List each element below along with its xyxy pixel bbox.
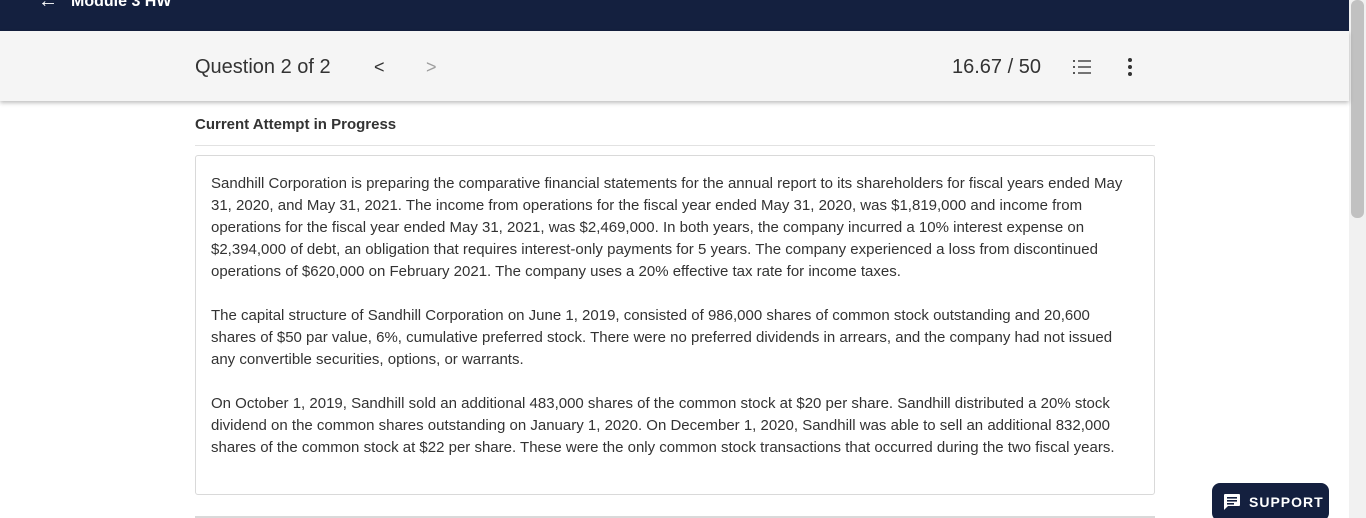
support-label: SUPPORT <box>1249 494 1324 510</box>
previous-question-button[interactable]: < <box>374 57 385 78</box>
back-arrow-icon[interactable]: ← <box>38 0 58 11</box>
question-header: Question 2 of 2 < > 16.67 / 50 <box>0 31 1349 101</box>
question-paragraph: Sandhill Corporation is preparing the co… <box>211 175 1123 280</box>
question-paragraph: The capital structure of Sandhill Corpor… <box>211 307 1113 368</box>
score-display: 16.67 / 50 <box>952 56 1041 78</box>
question-counter: Question 2 of 2 <box>195 56 331 78</box>
page-scrollbar[interactable] <box>1349 0 1366 518</box>
question-paragraph: On October 1, 2019, Sandhill sold an add… <box>211 395 1115 456</box>
support-button[interactable]: SUPPORT <box>1212 483 1329 518</box>
question-text-box: Sandhill Corporation is preparing the co… <box>195 155 1155 495</box>
chat-icon <box>1224 494 1240 510</box>
scrollbar-thumb[interactable] <box>1351 0 1364 218</box>
attempt-status-bar: Current Attempt in Progress <box>195 103 1155 146</box>
numbered-list-icon[interactable] <box>1072 57 1092 77</box>
top-bar: ← Module 3 HW <box>0 0 1349 31</box>
attempt-status-label: Current Attempt in Progress <box>195 116 397 133</box>
next-question-button[interactable]: > <box>426 57 437 78</box>
more-vertical-icon[interactable] <box>1124 57 1136 77</box>
assignment-title: Module 3 HW <box>71 0 172 10</box>
